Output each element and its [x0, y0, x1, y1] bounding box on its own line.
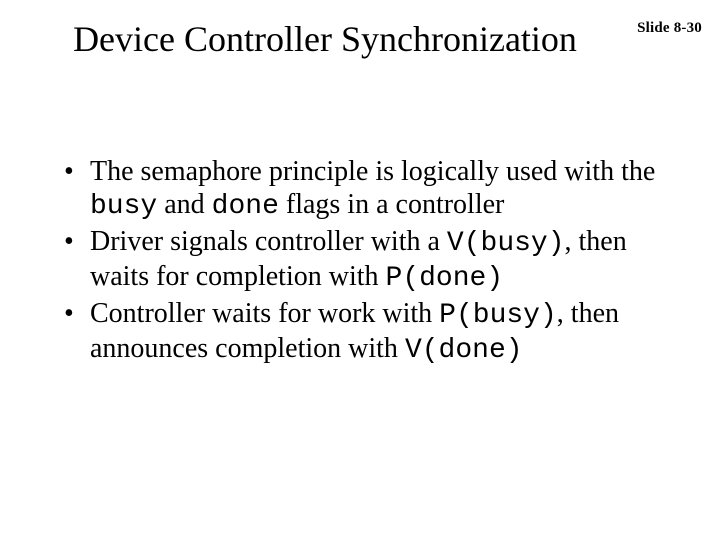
code-text: done: [212, 191, 279, 222]
bullet-text: and: [157, 189, 211, 220]
slide-body: The semaphore principle is logically use…: [62, 155, 670, 369]
code-text: V(done): [405, 335, 523, 366]
code-text: V(busy): [447, 228, 565, 259]
bullet-item: Driver signals controller with a V(busy)…: [62, 225, 670, 295]
bullet-item: The semaphore principle is logically use…: [62, 155, 670, 223]
bullet-text: Controller waits for work with: [90, 298, 439, 329]
bullet-text: Driver signals controller with a: [90, 226, 447, 257]
slide-title: Device Controller Synchronization: [0, 18, 720, 60]
bullet-item: Controller waits for work with P(busy), …: [62, 297, 670, 367]
bullet-list: The semaphore principle is logically use…: [62, 155, 670, 367]
bullet-text: flags in a controller: [279, 189, 504, 220]
code-text: P(busy): [439, 300, 557, 331]
code-text: busy: [90, 191, 157, 222]
bullet-text: The semaphore principle is logically use…: [90, 156, 655, 187]
slide: Slide 8-30 Device Controller Synchroniza…: [0, 0, 720, 540]
code-text: P(done): [386, 263, 504, 294]
